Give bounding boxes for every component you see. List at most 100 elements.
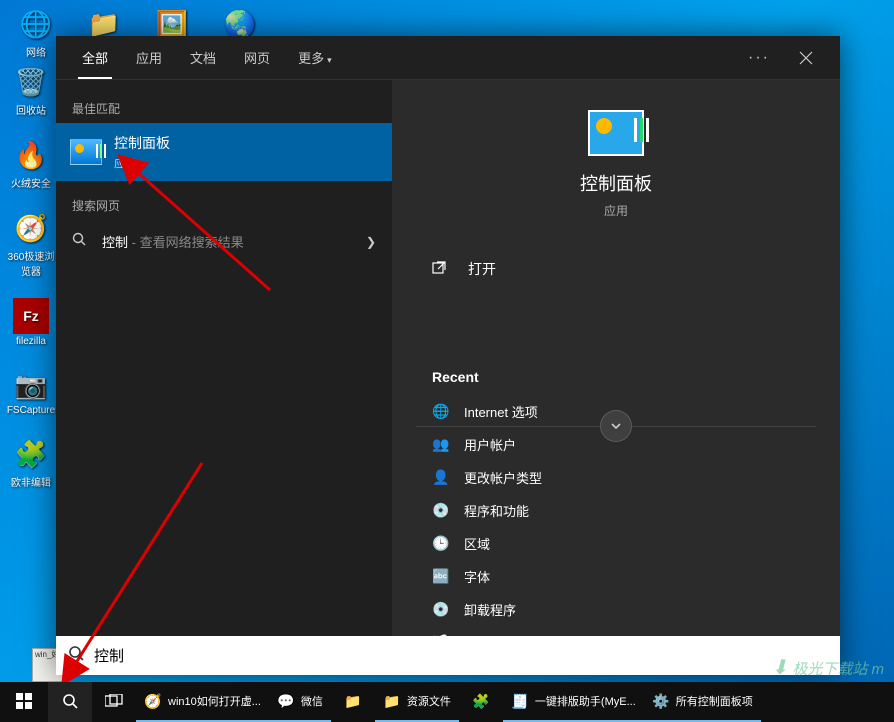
- chevron-down-icon: [610, 420, 622, 432]
- recent-heading: Recent: [432, 363, 800, 395]
- windows-icon: [16, 693, 32, 709]
- search-input-row: [56, 636, 840, 675]
- taskbar-item[interactable]: 📁 资源文件: [375, 682, 459, 722]
- desktop-icon-label: FSCapture: [7, 405, 55, 416]
- search-tabs: 全部 应用 文档 网页 更多▾ ···: [56, 36, 840, 80]
- recent-item-label: 字体: [464, 567, 490, 586]
- section-search-web: 搜索网页: [56, 191, 392, 220]
- recent-item[interactable]: 🕒 区域: [432, 527, 800, 560]
- security-icon: 🏳️: [432, 634, 450, 636]
- tab-documents[interactable]: 文档: [176, 36, 230, 79]
- search-web-item[interactable]: 控制 - 查看网络搜索结果 ❯: [56, 220, 392, 263]
- recent-item[interactable]: 💿 卸载程序: [432, 593, 800, 626]
- desktop-icon[interactable]: Fz filezilla: [4, 294, 58, 351]
- tab-more-label: 更多: [298, 51, 324, 66]
- tab-more[interactable]: 更多▾: [284, 36, 346, 79]
- open-label: 打开: [468, 259, 496, 279]
- control-panel-large-icon: [588, 110, 644, 156]
- result-control-panel[interactable]: 控制面板 应用: [56, 123, 392, 181]
- search-icon: [72, 232, 90, 251]
- recent-item-label: Internet 选项: [464, 402, 538, 421]
- close-button[interactable]: [784, 36, 828, 80]
- taskbar-item[interactable]: ⚙️ 所有控制面板项: [644, 682, 761, 722]
- search-icon: [68, 645, 84, 666]
- recent-item-label: 区域: [464, 534, 490, 553]
- editor-icon: 🧩: [13, 436, 49, 472]
- taskbar-label: 资源文件: [407, 693, 451, 709]
- search-input[interactable]: [94, 647, 828, 664]
- internet-options-icon: 🌐: [432, 403, 450, 420]
- capture-icon: 📷: [13, 367, 49, 403]
- search-web-text: 控制 - 查看网络搜索结果: [102, 232, 358, 251]
- filezilla-icon: Fz: [13, 298, 49, 334]
- search-web-query: 控制: [102, 235, 128, 250]
- recycle-bin-icon: 🗑️: [13, 64, 49, 100]
- tab-apps[interactable]: 应用: [122, 36, 176, 79]
- recent-item-label: 程序和功能: [464, 501, 529, 520]
- taskbar-search-button[interactable]: [48, 682, 92, 722]
- taskbar-label: 所有控制面板项: [676, 693, 753, 709]
- taskbar: 🧭 win10如何打开虚... 💬 微信 📁 📁 资源文件 🧩 🧾 一键排版助手…: [0, 682, 894, 722]
- desktop-icon-label: 火绒安全: [11, 175, 51, 190]
- change-account-icon: 👤: [432, 469, 450, 486]
- chevron-down-icon: ▾: [327, 55, 332, 65]
- overflow-menu-button[interactable]: ···: [734, 49, 784, 67]
- taskbar-item-pinned[interactable]: 📁: [331, 682, 375, 722]
- taskbar-label: 一键排版助手(MyE...: [535, 693, 636, 709]
- preview-header: 控制面板 应用: [392, 110, 840, 243]
- wechat-icon: 💬: [277, 692, 295, 710]
- desktop-left-column: 🗑️ 回收站 🔥 火绒安全 🧭 360极速浏览器 Fz filezilla 📷 …: [4, 60, 58, 505]
- preview-subtitle: 应用: [392, 202, 840, 219]
- chevron-right-icon: ❯: [366, 235, 376, 249]
- recent-item-label: 用户帐户: [464, 435, 516, 454]
- recent-item-label: 安全和维护: [464, 633, 529, 636]
- desktop-icon[interactable]: 🧭 360极速浏览器: [4, 206, 58, 282]
- app-icon: 🧩: [472, 692, 490, 710]
- desktop-icon[interactable]: 🔥 火绒安全: [4, 133, 58, 194]
- desktop-icon-label: 回收站: [16, 102, 46, 117]
- search-panel: 全部 应用 文档 网页 更多▾ ··· 最佳匹配 控制面板 应用 搜索网页: [56, 36, 840, 675]
- desktop-icon[interactable]: 🧩 欧非编辑: [4, 432, 58, 493]
- result-subtitle: 应用: [114, 155, 378, 171]
- search-web-suffix: - 查看网络搜索结果: [128, 235, 244, 250]
- desktop-icon-recycle[interactable]: 🗑️ 回收站: [4, 60, 58, 121]
- security-app-icon: 🔥: [13, 137, 49, 173]
- control-panel-icon: ⚙️: [652, 692, 670, 710]
- explorer-icon: 📁: [344, 692, 362, 710]
- taskbar-item[interactable]: 💬 微信: [269, 682, 331, 722]
- open-action[interactable]: 打开: [392, 243, 840, 295]
- browser-icon: 🧭: [144, 692, 162, 710]
- taskbar-label: win10如何打开虚...: [168, 693, 261, 709]
- preview-column: 控制面板 应用 打开 Recent 🌐 Internet 选项 👥 用户帐户 👤更改…: [392, 80, 840, 636]
- user-accounts-icon: 👥: [432, 436, 450, 453]
- recent-item[interactable]: 🏳️ 安全和维护: [432, 626, 800, 636]
- tab-web[interactable]: 网页: [230, 36, 284, 79]
- recent-item[interactable]: 🔤 字体: [432, 560, 800, 593]
- fonts-icon: 🔤: [432, 568, 450, 585]
- results-column: 最佳匹配 控制面板 应用 搜索网页 控制 - 查看网络搜索结果 ❯: [56, 80, 392, 636]
- start-button[interactable]: [0, 682, 48, 722]
- desktop-icon-label: 360极速浏览器: [4, 248, 58, 278]
- programs-icon: 💿: [432, 502, 450, 519]
- result-title: 控制面板: [114, 133, 378, 153]
- tab-all[interactable]: 全部: [68, 36, 122, 79]
- close-icon: [799, 51, 813, 65]
- taskbar-item[interactable]: 🧾 一键排版助手(MyE...: [503, 682, 644, 722]
- search-body: 最佳匹配 控制面板 应用 搜索网页 控制 - 查看网络搜索结果 ❯: [56, 80, 840, 636]
- desktop-icon[interactable]: 📷 FSCapture: [4, 363, 58, 420]
- taskbar-task-view[interactable]: [92, 682, 136, 722]
- taskbar-item-pinned[interactable]: 🧩: [459, 682, 503, 722]
- taskbar-item[interactable]: 🧭 win10如何打开虚...: [136, 682, 269, 722]
- region-icon: 🕒: [432, 535, 450, 552]
- folder-icon: 📁: [383, 692, 401, 710]
- expand-more-button[interactable]: [600, 410, 632, 442]
- network-icon: 🌐: [18, 6, 54, 42]
- uninstall-icon: 💿: [432, 601, 450, 618]
- result-text: 控制面板 应用: [114, 133, 378, 171]
- recent-item[interactable]: 👤更改帐户类型: [432, 461, 800, 494]
- recent-item-label: 卸载程序: [464, 600, 516, 619]
- desktop-icon-label: 网络: [26, 44, 46, 59]
- app-icon: 🧾: [511, 692, 529, 710]
- recent-item[interactable]: 💿 程序和功能: [432, 494, 800, 527]
- open-icon: [432, 261, 450, 278]
